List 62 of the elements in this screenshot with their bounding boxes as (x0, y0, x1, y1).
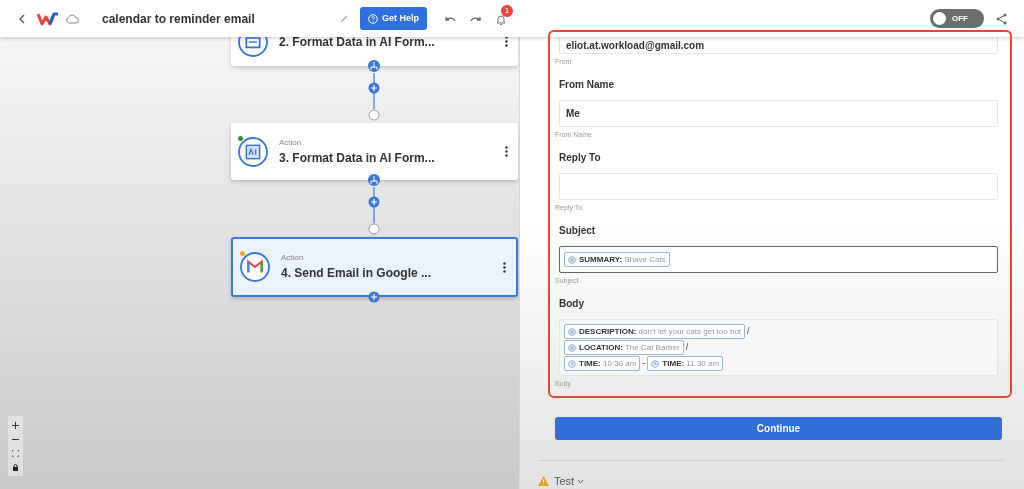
step-title: 2. Format Data in AI Form... (279, 37, 435, 51)
toggle-switch[interactable]: OFF (930, 9, 984, 28)
field-label: Body (559, 298, 585, 310)
share-icon[interactable] (996, 12, 1007, 25)
clock-icon (651, 359, 660, 368)
cloud-icon (65, 13, 79, 24)
field-label: Reply To (559, 152, 602, 164)
bell-icon[interactable] (496, 13, 506, 26)
get-help-button[interactable]: Get Help (360, 7, 427, 30)
warning-icon (538, 476, 549, 487)
connector-line (373, 186, 375, 224)
more-options-icon[interactable] (503, 261, 506, 273)
lock-icon[interactable] (12, 463, 19, 471)
connector-endpoint (368, 223, 380, 235)
step-icon (237, 135, 269, 168)
test-section-toggle[interactable]: Test (554, 473, 585, 489)
step-card[interactable]: Action 3. Format Data in AI Form... (231, 123, 518, 180)
field-label: From Name (559, 79, 615, 91)
step-type: Action (279, 136, 303, 149)
input-field[interactable]: Me (559, 100, 998, 127)
connector-line (373, 72, 375, 110)
separator-text: / (746, 324, 751, 338)
input-field[interactable]: SUMMARY: Shave Cats (559, 246, 998, 273)
clock-icon (568, 359, 576, 368)
connector-endpoint (368, 109, 380, 121)
step-card[interactable]: 2. Format Data in AI Form... (231, 37, 518, 66)
more-options-icon[interactable] (505, 37, 508, 47)
workflow-title: calendar to reminder email (102, 10, 256, 28)
step-type: Action (281, 252, 305, 264)
branch-icon[interactable] (368, 60, 380, 72)
calendar-icon (568, 255, 576, 264)
input-field[interactable]: DESCRIPTION: don't let your cats get too hot / LOCATION: The Cat Barber / TIME: 10:30 am - TIME: 11:30 am (559, 319, 998, 376)
add-step-icon[interactable] (368, 196, 380, 208)
logo-icon[interactable] (37, 11, 59, 26)
step-title: 3. Format Data in AI Form... (279, 149, 435, 167)
separator-text: / (684, 340, 690, 354)
fit-view-icon[interactable] (12, 449, 19, 457)
input-field[interactable]: eliot.at.workload@gmail.com (559, 37, 998, 54)
variable-chip[interactable]: LOCATION: The Cat Barber (564, 340, 684, 355)
variable-chip[interactable]: DESCRIPTION: don't let your cats get too hot (564, 324, 746, 339)
input-field[interactable] (559, 173, 998, 200)
help-icon (368, 13, 378, 24)
more-options-icon[interactable] (505, 146, 508, 157)
add-step-icon[interactable] (368, 82, 380, 94)
back-icon[interactable] (19, 13, 25, 24)
step-card[interactable]: Action 4. Send Email in Google ... (231, 237, 518, 297)
continue-button[interactable]: Continue (555, 417, 1002, 440)
redo-icon[interactable] (470, 14, 482, 23)
variable-chip[interactable]: SUMMARY: Shave Cats (564, 252, 670, 267)
variable-chip[interactable]: TIME: 11:30 am (647, 356, 724, 371)
zoom-in-icon[interactable] (12, 421, 19, 429)
branch-icon[interactable] (368, 174, 380, 186)
step-icon (239, 251, 271, 283)
field-label: Subject (559, 225, 597, 237)
notification-badge: 1 (501, 4, 513, 17)
add-step-icon[interactable] (368, 291, 380, 303)
calendar-icon (568, 327, 576, 336)
step-title: 4. Send Email in Google ... (281, 265, 432, 282)
undo-icon[interactable] (444, 14, 456, 23)
variable-chip[interactable]: TIME: 10:30 am (564, 356, 641, 371)
separator-text: - (641, 356, 647, 370)
calendar-icon (568, 343, 576, 352)
